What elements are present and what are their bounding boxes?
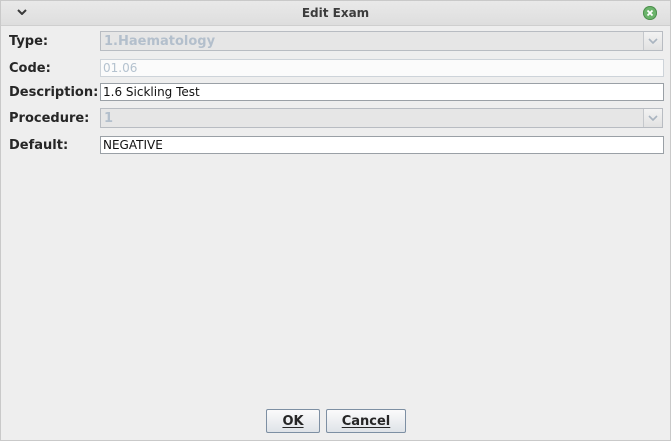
code-label: Code: xyxy=(9,61,51,76)
edit-exam-dialog: Edit Exam Type: 1.Haematology Code: 01.0… xyxy=(0,0,671,441)
type-row: Type: 1.Haematology xyxy=(1,31,670,53)
window-title: Edit Exam xyxy=(301,6,370,20)
type-label: Type: xyxy=(9,34,49,49)
code-field[interactable] xyxy=(100,59,664,77)
procedure-select-arrow[interactable] xyxy=(643,109,662,127)
procedure-label: Procedure: xyxy=(9,111,90,126)
type-select-value: 1.Haematology xyxy=(104,34,216,49)
procedure-row: Procedure: 1 xyxy=(1,108,670,130)
procedure-select[interactable]: 1 xyxy=(100,108,663,128)
chevron-down-icon xyxy=(648,115,658,121)
description-row: Description: xyxy=(1,83,670,105)
default-field[interactable] xyxy=(100,136,664,154)
close-icon[interactable] xyxy=(643,6,657,20)
default-row: Default: xyxy=(1,136,670,158)
ok-button[interactable]: OK xyxy=(266,409,320,433)
default-label: Default: xyxy=(9,138,69,153)
description-label: Description: xyxy=(9,85,99,100)
cancel-button[interactable]: Cancel xyxy=(326,409,406,433)
description-field[interactable] xyxy=(100,83,664,101)
code-row: Code: xyxy=(1,59,670,81)
type-select[interactable]: 1.Haematology xyxy=(100,31,663,51)
procedure-select-value: 1 xyxy=(104,111,114,126)
title-bar: Edit Exam xyxy=(1,1,670,26)
type-select-arrow[interactable] xyxy=(643,32,662,50)
chevron-down-icon xyxy=(648,38,658,44)
